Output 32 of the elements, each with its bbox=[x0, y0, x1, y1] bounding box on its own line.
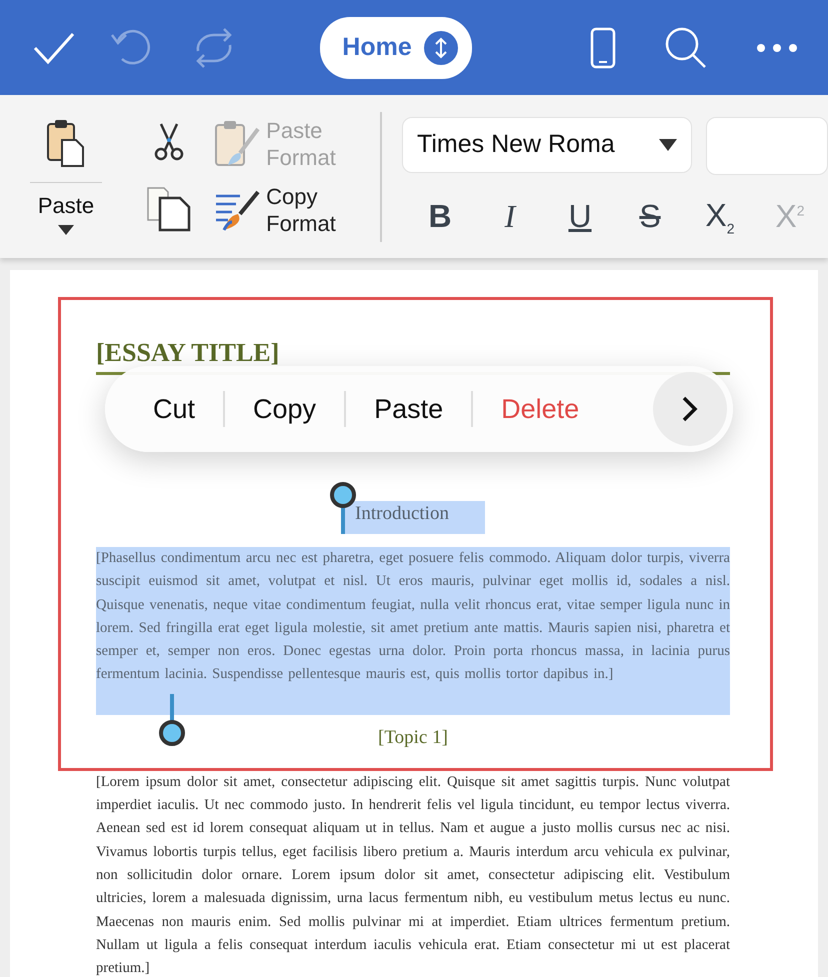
paste-button[interactable]: Paste bbox=[30, 118, 102, 235]
more-icon[interactable] bbox=[756, 42, 798, 52]
caret-icon bbox=[58, 225, 74, 235]
caret-icon bbox=[659, 138, 677, 151]
chevron-right-icon bbox=[681, 395, 699, 423]
strike-button[interactable]: S bbox=[628, 196, 672, 236]
bold-button[interactable]: B bbox=[418, 196, 462, 236]
body-paragraph: [Phasellus condimentum arcu nec est pharetra, eget posuere felis commodo. Aliquam dolor turpis, viverra suscipit euismod sit amet, volutpat et nisl. Ut eros mauris, pulvinar eget mollis id, sodales a nisl. Quisque venenatis, neque vitae condimentum feugiat, nulla velit rhoncus erat, vitae semper ligula nunc in lorem. Sed fringilla erat eget ligula molestie, sit amet pretium ante mattis. Mauris sapien nisi, pharetra et semper et, semper non eros. Donec egestas urna dolor. Proin porta rhoncus massa, in lacinia purus fermentum lacinia. Suspendisse pellentesque mauris est, quis mollis tortor dapibus in.] bbox=[96, 547, 730, 715]
body-paragraph: [Lorem ipsum dolor sit amet, consectetur adipiscing elit. Quisque sit amet sagittis turpis. Nunc volutpat imperdiet iaculis. Ut nec commodo justo. In hendrerit felis vel ligula tincidunt, eu tempor lectus viverra. Aenean sed est id lorem consequat aliquam ut in tellus. Nam et augue a justo mollis cursus nec ac nisi. Vivamus lobortis turpis tellus, eget facilisis libero pretium a. Mauris interdum arcu vehicula ex pulvinar, non sollicitudin dolor ornare. Lorem ipsum dolor sit amet, consectetur adipiscing elit. Vestibulum ultricies, lorem a malesuada dignissim, urna lacus fermentum nibh, eu vestibulum metus lectus eu nunc. Maecenas non mauris enim. Sed mollis pulvinar mi at imperdiet. Etiam ultrices fermentum pretium. Nullam ut ligula a felis consequat interdum iaculis vehicula erat. Etiam consectetur mi ut est placerat pretium.] bbox=[96, 772, 730, 977]
home-tab-switcher[interactable]: Home bbox=[320, 16, 472, 78]
up-down-arrows-icon bbox=[424, 30, 458, 64]
selection-handle[interactable] bbox=[159, 694, 185, 746]
sub-button[interactable]: X$_{2}$ bbox=[698, 196, 742, 236]
selection-handle[interactable] bbox=[330, 482, 356, 534]
section-heading: [Topic 1] bbox=[378, 726, 448, 750]
next-arrow-button[interactable] bbox=[653, 372, 727, 446]
clipboard-brush-icon bbox=[214, 118, 260, 168]
font-name-dropdown[interactable]: Times New Roma bbox=[402, 116, 692, 173]
menu-item[interactable]: Paste bbox=[346, 394, 472, 424]
menu-item[interactable]: Delete bbox=[473, 394, 608, 424]
phone-icon[interactable] bbox=[590, 26, 616, 68]
scissors-icon[interactable] bbox=[153, 122, 186, 162]
font-size-field[interactable] bbox=[706, 116, 828, 175]
essay-title: [ESSAY TITLE] bbox=[96, 338, 280, 368]
menu-item[interactable]: Copy bbox=[225, 394, 344, 424]
italic-button[interactable]: I bbox=[488, 196, 532, 236]
copy-icon[interactable] bbox=[146, 186, 192, 232]
clipboard-icon bbox=[30, 118, 102, 183]
copy-format-button[interactable]: Copy Format bbox=[214, 182, 356, 236]
underline-button[interactable]: U bbox=[558, 196, 602, 236]
search-icon[interactable] bbox=[664, 26, 708, 70]
menu-item[interactable]: Cut bbox=[125, 394, 224, 424]
